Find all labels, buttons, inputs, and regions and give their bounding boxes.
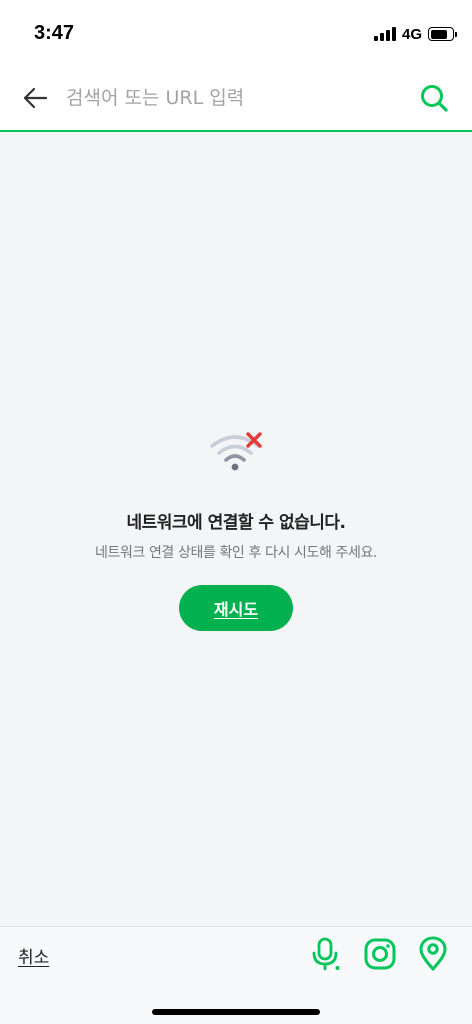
location-search-button[interactable] <box>414 935 452 973</box>
search-input[interactable] <box>66 80 396 116</box>
retry-label: 재시도 <box>213 600 259 619</box>
status-indicators: 4G <box>373 24 457 44</box>
search-header <box>0 66 472 132</box>
bottom-toolbar: 취소 <box>0 926 472 1024</box>
status-time: 3:47 <box>34 22 75 44</box>
wifi-off-icon <box>210 432 262 471</box>
retry-button[interactable]: 재시도 <box>179 585 293 631</box>
error-title: 네트워크에 연결할 수 없습니다. <box>126 513 346 533</box>
battery-level <box>430 29 448 39</box>
microphone-icon <box>312 937 340 971</box>
search-button[interactable] <box>416 80 452 116</box>
status-bar: 3:47 4G <box>0 0 472 66</box>
arrow-left-icon <box>23 87 48 109</box>
network-type: 4G <box>401 25 422 43</box>
signal-icon <box>373 27 396 41</box>
back-button[interactable] <box>18 83 52 113</box>
location-pin-icon <box>419 936 447 971</box>
cancel-button[interactable]: 취소 <box>18 943 49 968</box>
camera-lens-icon <box>364 938 396 970</box>
lens-search-button[interactable] <box>361 935 399 973</box>
search-icon <box>421 85 448 112</box>
battery-icon <box>428 27 457 41</box>
error-panel: 네트워크에 연결할 수 없습니다. 네트워크 연결 상태를 확인 후 다시 시도… <box>0 134 472 926</box>
home-indicator <box>152 1009 320 1015</box>
error-description: 네트워크 연결 상태를 확인 후 다시 시도해 주세요. <box>94 545 377 561</box>
voice-search-button[interactable] <box>306 935 344 973</box>
